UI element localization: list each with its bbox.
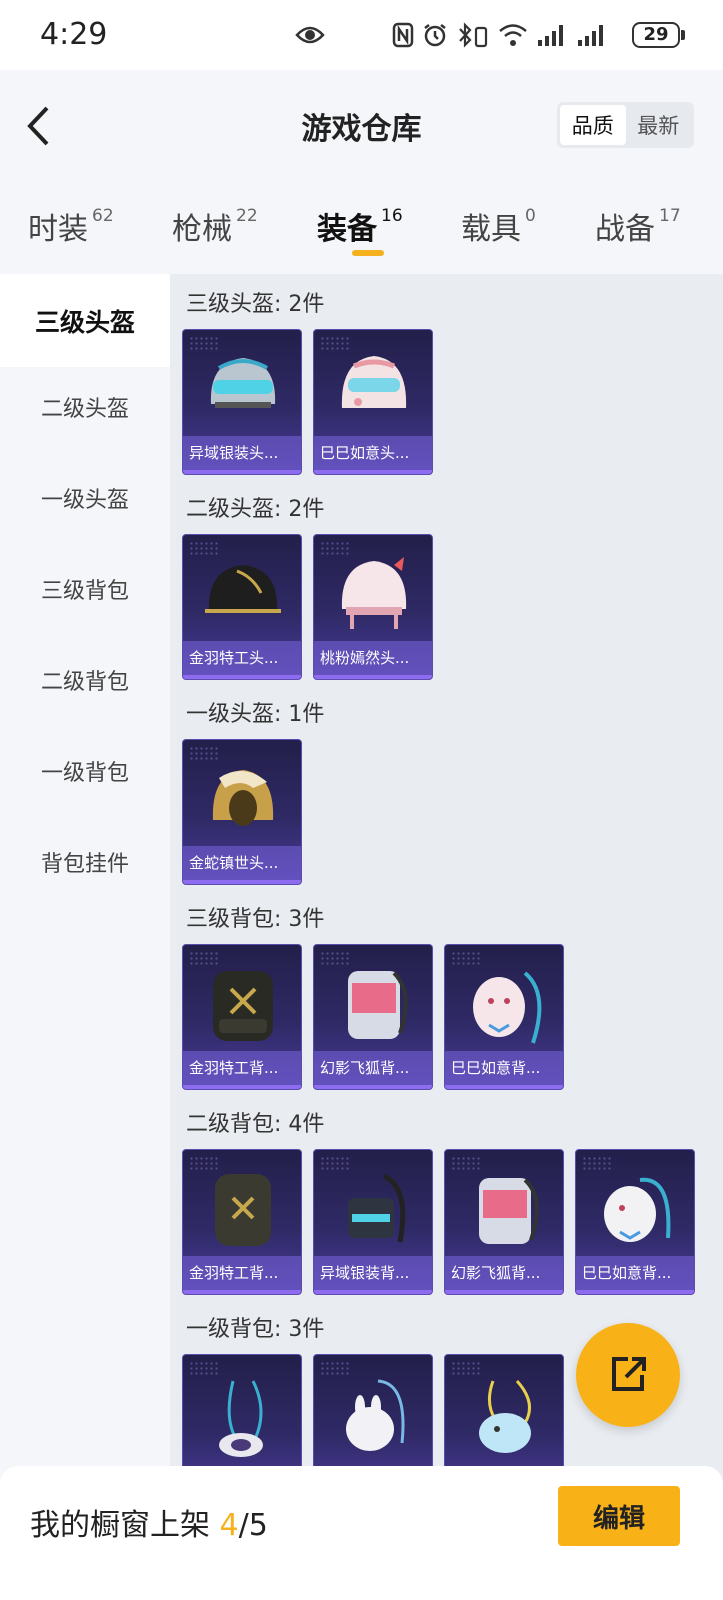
helmet-gold-icon [212,770,274,826]
sidebar-item-backpack-l1[interactable]: 一级背包 [0,724,170,817]
item-name: 异域银装背... [314,1256,432,1290]
nfc-icon [392,22,414,48]
chevron-left-icon [27,106,49,146]
sidebar-item-helmet-l2[interactable]: 二级头盔 [0,360,170,453]
sidebar-item-backpack-l2[interactable]: 二级背包 [0,633,170,726]
sidebar-item-helmet-l1[interactable]: 一级头盔 [0,451,170,544]
edit-button[interactable]: 编辑 [558,1486,680,1546]
item-card[interactable]: 巳巳如意头... [313,329,433,475]
tab-label: 载具 [461,212,521,247]
tab-count: 62 [92,206,114,226]
status-bar: 4:29 29 [0,0,723,70]
shelf-status: 我的橱窗上架 4/5 [30,1500,268,1544]
category-tabs: 时装 62 枪械 22 装备 16 载具 0 战备 17 [0,180,723,274]
item-card[interactable]: 异域银装背... [313,1149,433,1295]
item-name: 金羽特工背... [183,1051,301,1085]
backpack-fish-icon [479,1379,531,1453]
tab-label: 时装 [28,212,88,247]
backpack-pink-snake-icon [473,971,542,1044]
backpack-pink-fox-icon [348,971,408,1039]
tab-guns[interactable]: 枪械 22 [172,204,258,248]
backpack-bunny-icon [346,1379,405,1451]
battery-indicator: 29 [632,22,685,48]
section-title: 一级头盔: 1件 [186,702,325,727]
sidebar-item-backpack-l3[interactable]: 三级背包 [0,542,170,635]
tab-label: 装备 [317,212,377,247]
item-grid: 三级头盔: 2件 异域银装头... 巳巳如意头... 二级头盔: 2件 金羽特工… [170,274,723,1494]
section-title: 三级头盔: 2件 [186,292,325,317]
sort-toggle: 品质 最新 [557,102,694,148]
backpack-cyan-icon [348,1173,406,1243]
item-name: 巳巳如意背... [576,1256,694,1290]
section-title: 二级头盔: 2件 [186,497,325,522]
helmet-cyan-icon [210,358,276,408]
item-name: 巳巳如意头... [314,436,432,470]
item-card[interactable]: 巳巳如意背... [575,1149,695,1295]
item-card[interactable]: 异域银装头... [182,329,302,475]
tab-label: 战备 [595,212,655,247]
tab-vehicles[interactable]: 载具 0 [461,204,536,248]
tab-count: 22 [236,206,258,226]
item-card[interactable]: 金羽特工背... [182,944,302,1090]
eye-icon [295,22,325,52]
item-name: 幻影飞狐背... [314,1051,432,1085]
item-name: 金羽特工背... [183,1256,301,1290]
sort-quality-button[interactable]: 品质 [560,105,626,145]
backpack-pink-fox-icon [479,1178,539,1244]
status-icons [392,22,608,48]
share-button[interactable] [576,1323,680,1427]
bottom-bar: 我的橱窗上架 4/5 编辑 [0,1466,723,1600]
bluetooth-battery-icon [459,22,488,48]
status-time: 4:29 [40,17,108,52]
item-name: 异域银装头... [183,436,301,470]
item-name: 金羽特工头... [183,641,301,675]
back-button[interactable] [18,104,58,148]
item-card[interactable]: 桃粉嫣然头... [313,534,433,680]
signal-icon [538,25,563,46]
helmet-pink-icon [341,356,407,408]
helmet-peach-icon [341,557,407,629]
item-card[interactable]: 金蛇镇世头... [182,739,302,885]
backpack-white-icon [604,1177,671,1242]
item-card[interactable]: 金羽特工背... [182,1149,302,1295]
item-card[interactable]: 幻影飞狐背... [313,944,433,1090]
item-name: 幻影飞狐背... [445,1256,563,1290]
item-card[interactable]: 金羽特工头... [182,534,302,680]
backpack-strap-icon [219,1380,263,1457]
item-name: 金蛇镇世头... [183,846,301,880]
signal-icon [578,25,603,46]
sidebar-item-helmet-l3[interactable]: 三级头盔 [0,274,170,367]
share-icon [612,1357,646,1391]
item-name: 桃粉嫣然头... [314,641,432,675]
shelf-total: /5 [238,1508,268,1543]
tab-count: 16 [381,206,403,226]
tab-count: 17 [659,206,681,226]
tab-count: 0 [525,206,536,226]
tab-fashion[interactable]: 时装 62 [28,204,114,248]
section-title: 一级背包: 3件 [186,1317,325,1342]
sort-newest-button[interactable]: 最新 [626,105,692,145]
sidebar: 三级头盔 二级头盔 一级头盔 三级背包 二级背包 一级背包 背包挂件 [0,274,170,1494]
tab-equipment[interactable]: 装备 16 [317,204,403,248]
sidebar-item-backpack-charm[interactable]: 背包挂件 [0,815,170,908]
shelf-count: 4 [219,1508,239,1543]
item-card[interactable]: 巳巳如意背... [444,944,564,1090]
section-title: 二级背包: 4件 [186,1112,325,1137]
item-name: 巳巳如意背... [445,1051,563,1085]
tab-supplies[interactable]: 战备 17 [595,204,681,248]
backpack-black-gold-icon [213,971,273,1041]
wifi-icon [499,24,527,46]
shelf-label: 我的橱窗上架 [30,1508,210,1543]
active-tab-indicator [352,250,384,256]
page-header: 游戏仓库 品质 最新 [0,70,723,180]
item-card[interactable]: 幻影飞狐背... [444,1149,564,1295]
section-title: 三级背包: 3件 [186,907,325,932]
tab-label: 枪械 [172,212,232,247]
helmet-black-gold-icon [205,565,281,613]
alarm-icon [424,24,446,47]
backpack-black-gold-icon [215,1174,271,1246]
